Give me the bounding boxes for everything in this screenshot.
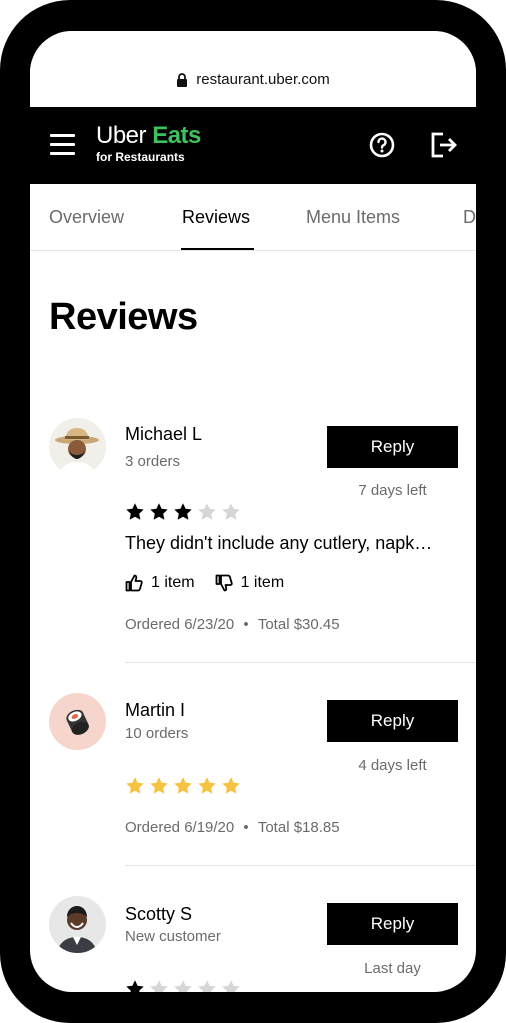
star-filled-icon — [174, 503, 192, 520]
lock-icon — [176, 72, 188, 87]
uber-eats-logo: Uber Eats for Restaurants — [96, 122, 201, 165]
star-filled-icon — [126, 980, 144, 992]
logo-eats-text: Eats — [152, 122, 201, 149]
dislikes-count: 1 item — [240, 574, 285, 591]
logo-subtitle: for Restaurants — [96, 150, 185, 164]
reviewer-name: Scotty S — [125, 904, 193, 924]
order-meta: Ordered 6/19/20 • Total $18.85 — [125, 819, 340, 836]
help-icon[interactable] — [369, 132, 395, 158]
order-date: Ordered 6/23/20 — [125, 616, 235, 633]
thumbs-down-icon — [215, 574, 233, 592]
star-filled-icon — [198, 777, 216, 794]
avatar — [49, 418, 106, 475]
star-empty-icon — [174, 980, 192, 992]
tab-menu-items[interactable]: Menu Items — [306, 207, 400, 228]
star-rating — [125, 502, 241, 522]
star-empty-icon — [222, 503, 240, 520]
reviewer-name: Martin I — [125, 700, 186, 720]
order-count: 10 orders — [125, 725, 189, 742]
order-count: New customer — [125, 928, 221, 945]
days-left: 4 days left — [358, 757, 427, 774]
star-filled-icon — [222, 777, 240, 794]
star-filled-icon — [126, 503, 144, 520]
reply-button[interactable]: Reply — [327, 426, 458, 468]
app-header: Uber Eats for Restaurants — [30, 107, 476, 184]
divider — [125, 865, 476, 866]
menu-icon[interactable] — [50, 134, 75, 156]
days-left: Last day — [364, 960, 421, 977]
thumbs-up-icon — [125, 574, 143, 592]
avatar — [49, 896, 106, 953]
divider — [125, 662, 476, 663]
active-tab-indicator — [181, 248, 254, 250]
tab-overview[interactable]: Overview — [49, 207, 124, 228]
order-total: Total $30.45 — [257, 616, 340, 633]
logout-icon[interactable] — [430, 131, 458, 159]
browser-url-bar[interactable]: restaurant.uber.com — [30, 31, 476, 107]
tab-truncated[interactable]: D — [463, 207, 476, 228]
reviewer-name: Michael L — [125, 424, 203, 444]
star-empty-icon — [198, 503, 216, 520]
order-meta: Ordered 6/23/20 • Total $30.45 — [125, 616, 340, 633]
page-title: Reviews — [49, 296, 198, 338]
reply-button[interactable]: Reply — [327, 903, 458, 945]
tab-reviews[interactable]: Reviews — [182, 207, 250, 228]
tab-bar: Overview Reviews Menu Items D — [30, 184, 476, 251]
order-date: Ordered 6/19/20 — [125, 819, 235, 836]
star-filled-icon — [150, 503, 168, 520]
star-filled-icon — [150, 777, 168, 794]
order-count: 3 orders — [125, 453, 181, 470]
star-empty-icon — [198, 980, 216, 992]
url-text: restaurant.uber.com — [196, 70, 330, 88]
days-left: 7 days left — [358, 482, 427, 499]
star-rating — [125, 979, 241, 992]
reply-button[interactable]: Reply — [327, 700, 458, 742]
phone-frame: restaurant.uber.com Uber Eats for Restau… — [0, 0, 506, 1023]
avatar — [49, 693, 106, 750]
star-empty-icon — [222, 980, 240, 992]
logo-uber-text: Uber — [96, 122, 147, 149]
star-filled-icon — [126, 777, 144, 794]
phone-screen: restaurant.uber.com Uber Eats for Restau… — [30, 31, 476, 992]
likes-count: 1 item — [151, 574, 195, 591]
order-total: Total $18.85 — [257, 819, 340, 836]
review-text: They didn't include any cutlery, napk… — [125, 533, 433, 553]
item-feedback: 1 item 1 item — [125, 574, 284, 592]
star-filled-icon — [174, 777, 192, 794]
star-rating — [125, 776, 241, 796]
star-empty-icon — [150, 980, 168, 992]
